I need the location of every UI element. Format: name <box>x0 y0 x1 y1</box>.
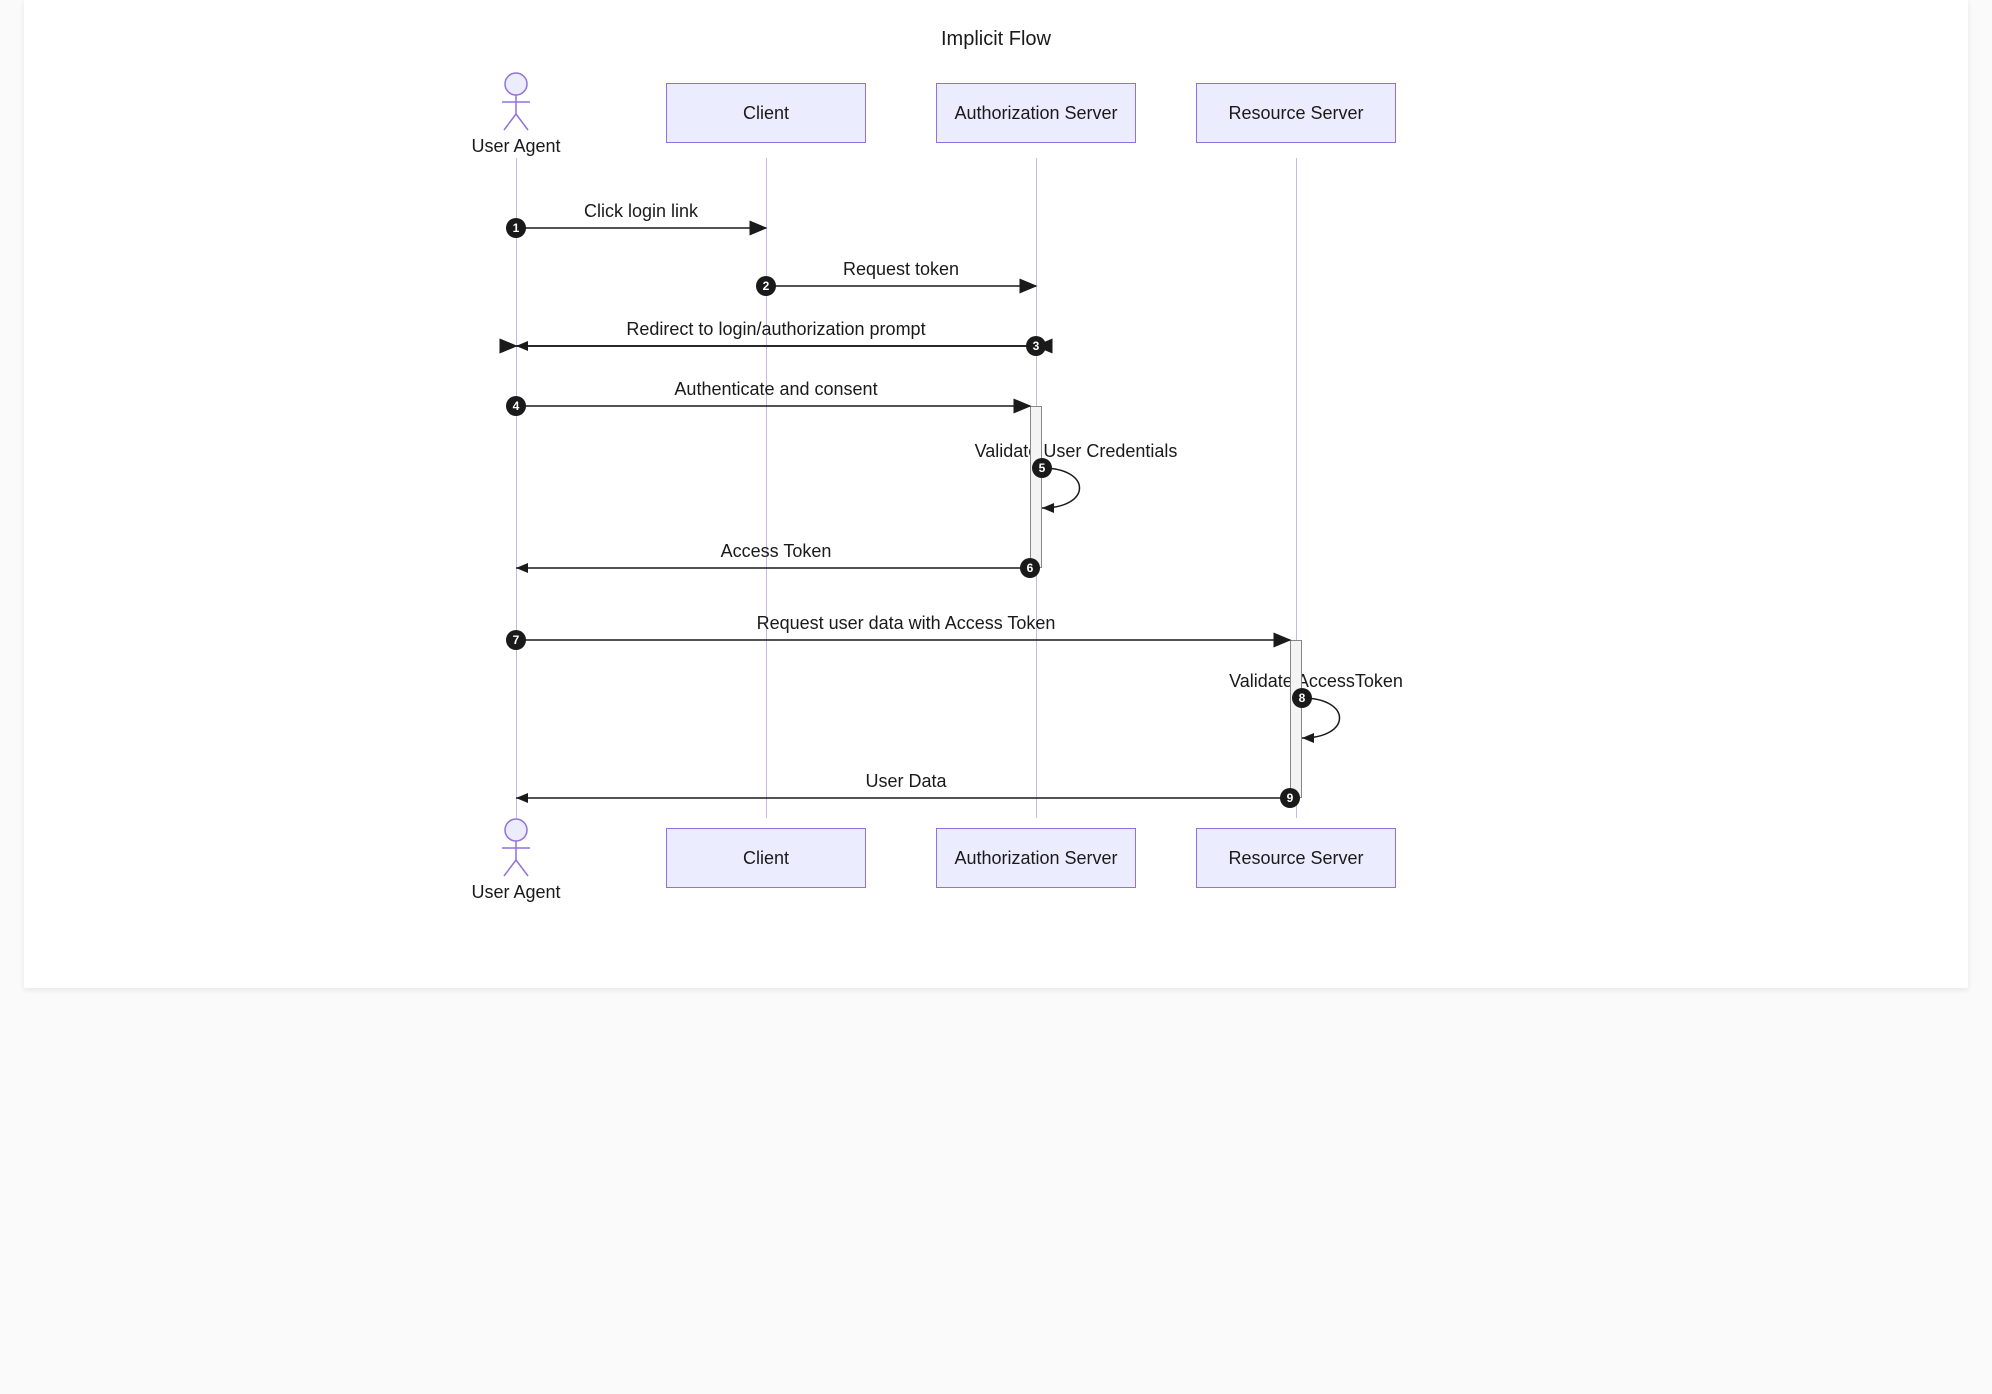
seq-badge-4: 4 <box>506 396 526 416</box>
seq-badge-5: 5 <box>1032 458 1052 478</box>
seq-badge-6: 6 <box>1020 558 1040 578</box>
seq-badge-1: 1 <box>506 218 526 238</box>
sequence-diagram: Implicit Flow User Agent Client Authoriz… <box>396 28 1596 948</box>
seq-badge-3: 3 <box>1026 336 1046 356</box>
message-arrows <box>396 28 1596 948</box>
seq-badge-7: 7 <box>506 630 526 650</box>
seq-badge-8: 8 <box>1292 688 1312 708</box>
seq-badge-9: 9 <box>1280 788 1300 808</box>
seq-badge-2: 2 <box>756 276 776 296</box>
